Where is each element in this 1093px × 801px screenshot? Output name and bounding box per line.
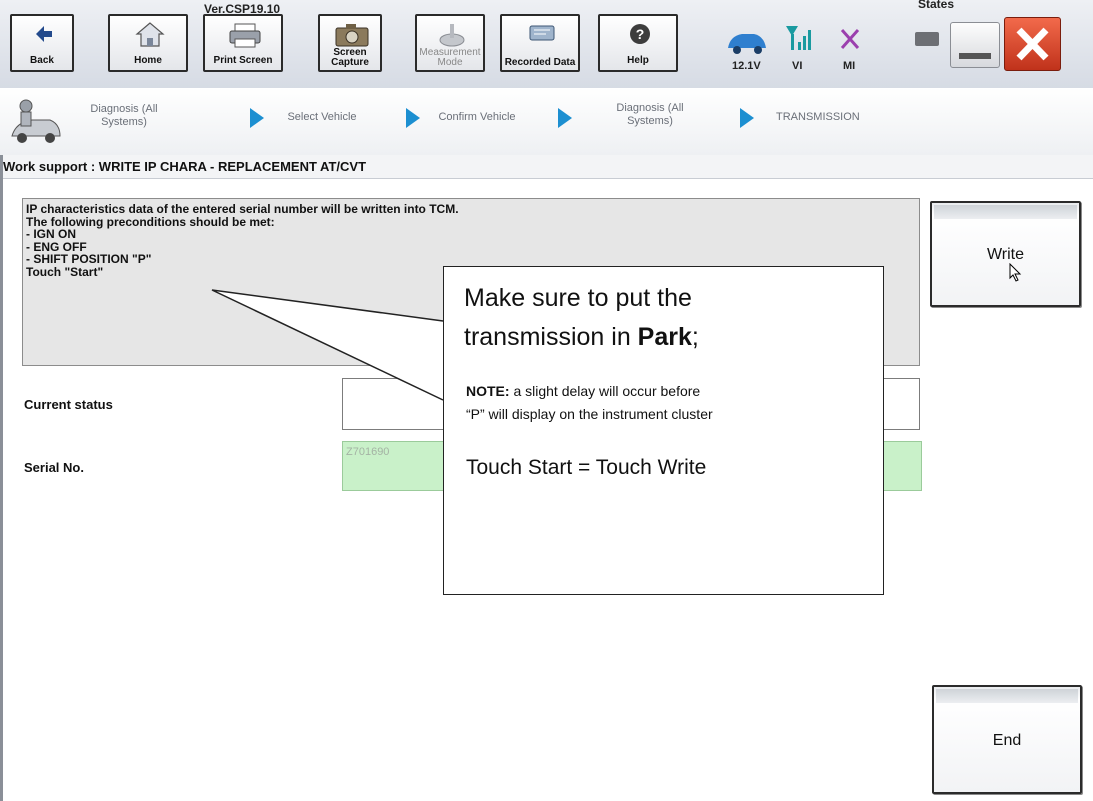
home-icon (135, 22, 165, 47)
battery-voltage: 12.1V (732, 60, 761, 72)
breadcrumb-arrow-icon (250, 108, 264, 128)
home-button[interactable]: Home (108, 14, 188, 72)
breadcrumb-confirm-vehicle[interactable]: Confirm Vehicle (430, 111, 524, 124)
recorded-data-button[interactable]: Recorded Data (500, 14, 580, 72)
current-status-label: Current status (24, 397, 113, 412)
callout-semicolon: ; (691, 323, 699, 351)
measurement-mode-button[interactable]: Measurement Mode (415, 14, 485, 72)
breadcrumb-arrow-icon (406, 108, 420, 128)
toolbar: Ver.CSP19.10 States Back Home Print Scre… (0, 0, 1093, 89)
vi-label: VI (792, 60, 803, 72)
left-border (0, 155, 3, 801)
breadcrumb-diagnosis-all-systems-2[interactable]: Diagnosis (All Systems) (607, 102, 693, 128)
screen-capture-button[interactable]: Screen Capture (318, 14, 382, 72)
breadcrumb-diagnosis-all-systems[interactable]: Diagnosis (All Systems) (82, 103, 166, 129)
print-screen-label: Print Screen (213, 55, 273, 66)
message-line: - SHIFT POSITION "P" (26, 252, 152, 266)
close-icon (1016, 27, 1049, 61)
svg-text:?: ? (636, 26, 645, 42)
message-line: - IGN ON (26, 227, 76, 241)
callout-heading-text: transmission in (464, 323, 638, 351)
serial-no-label: Serial No. (24, 460, 84, 475)
measurement-mode-label: Measurement Mode (419, 47, 481, 68)
help-icon: ? (630, 24, 650, 44)
mechanic-car-icon (11, 99, 61, 143)
breadcrumb-transmission: TRANSMISSION (776, 111, 860, 123)
callout-note-line2: “P” will display on the instrument clust… (466, 406, 713, 422)
callout-note-label: NOTE: (466, 383, 510, 399)
end-button[interactable]: End (932, 685, 1082, 794)
mi-disconnected-icon (840, 29, 860, 49)
back-arrow-icon (36, 26, 52, 42)
help-label: Help (627, 55, 649, 66)
breadcrumb-arrow-icon (558, 108, 572, 128)
breadcrumb-arrow-icon (740, 108, 754, 128)
message-line: The following preconditions should be me… (26, 214, 275, 229)
minimize-button[interactable] (950, 22, 1000, 68)
printer-icon (229, 23, 261, 48)
work-support-title: Work support : WRITE IP CHARA - REPLACEM… (0, 155, 1093, 179)
message-line: - ENG OFF (26, 239, 87, 254)
recorded-data-label: Recorded Data (504, 57, 576, 68)
screen-capture-label: Screen Capture (331, 47, 369, 68)
breadcrumb: Diagnosis (All Systems) Select Vehicle C… (0, 88, 1093, 156)
recorded-data-icon (529, 25, 555, 41)
print-screen-button[interactable]: Print Screen (203, 14, 283, 72)
minimize-icon (959, 53, 991, 59)
mouse-cursor-icon (1009, 263, 1022, 282)
callout-heading-line2: transmission in Park; (464, 323, 699, 352)
callout-note-text: a slight delay will occur before (509, 383, 701, 399)
back-label: Back (30, 55, 54, 66)
help-button[interactable]: ? Help (598, 14, 678, 72)
back-button[interactable]: Back (10, 14, 74, 72)
gauge-icon (439, 24, 465, 47)
states-label: States (918, 0, 955, 11)
mi-label: MI (843, 60, 856, 72)
write-button[interactable]: Write (930, 201, 1081, 307)
callout-touch-start: Touch Start = Touch Write (466, 456, 707, 479)
callout-heading-line1: Make sure to put the (464, 284, 692, 312)
callout-note-line1: NOTE: a slight delay will occur before (466, 383, 700, 399)
home-label: Home (134, 55, 162, 66)
write-button-label: Write (986, 246, 1025, 263)
close-button[interactable] (1004, 17, 1061, 71)
breadcrumb-select-vehicle[interactable]: Select Vehicle (276, 111, 368, 124)
end-button-label: End (992, 732, 1022, 749)
vi-signal-icon (786, 26, 811, 50)
message-line: IP characteristics data of the entered s… (26, 202, 459, 216)
callout-box: Make sure to put the transmission in Par… (443, 266, 884, 595)
camera-icon (335, 24, 369, 47)
vehicle-battery-icon (728, 34, 766, 54)
battery-status-icon (915, 32, 939, 46)
callout-park-text: Park (637, 323, 692, 351)
